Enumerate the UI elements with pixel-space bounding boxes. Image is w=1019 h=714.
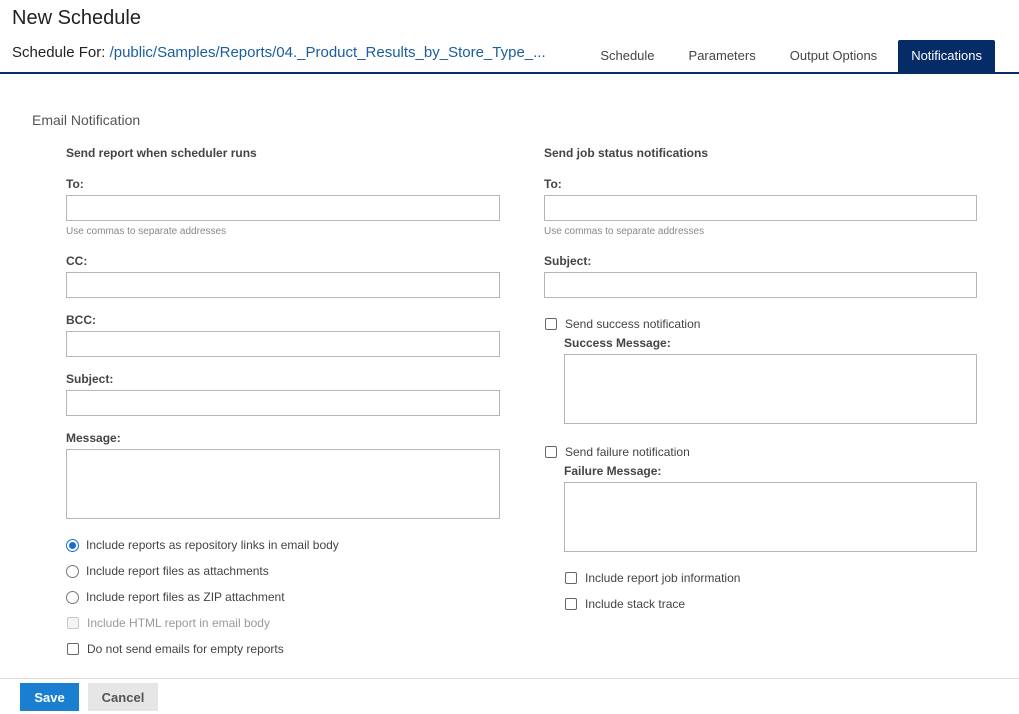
option-label: Include stack trace [585,597,686,611]
include-job-info-option[interactable]: Include report job information [565,571,740,585]
option-label: Include report files as attachments [86,564,269,578]
tab-bar: Schedule Parameters Output Options Notif… [579,40,995,72]
subject-label: Subject: [66,372,114,386]
cc-input[interactable] [66,272,500,298]
tab-schedule[interactable]: Schedule [587,40,667,72]
message-label: Message: [66,431,121,445]
checkbox-icon[interactable] [565,572,577,584]
option-label: Include report files as ZIP attachment [86,590,285,604]
checkbox-disabled-icon [67,617,79,629]
failure-message-label: Failure Message: [564,464,662,478]
option-no-empty-emails[interactable]: Do not send emails for empty reports [67,642,284,656]
radio-icon[interactable] [66,590,79,604]
include-stack-trace-option[interactable]: Include stack trace [565,597,685,611]
failure-message-textarea[interactable] [564,482,977,552]
to-label: To: [66,177,84,191]
new-schedule-dialog: New Schedule Schedule For: /public/Sampl… [0,0,1019,714]
save-button[interactable]: Save [20,683,79,711]
checkbox-icon[interactable] [565,598,577,610]
page-title: New Schedule [12,7,141,29]
send-failure-option[interactable]: Send failure notification [545,445,690,459]
status-subject-label: Subject: [544,254,592,268]
subject-input[interactable] [66,390,500,416]
schedule-for-path: /public/Samples/Reports/04._Product_Resu… [109,44,546,61]
cc-label: CC: [66,254,88,268]
success-message-textarea[interactable] [564,354,977,424]
to-hint: Use commas to separate addresses [66,226,227,237]
tab-parameters[interactable]: Parameters [676,40,769,72]
bcc-input[interactable] [66,331,500,357]
checkbox-icon[interactable] [67,643,79,655]
to-input[interactable] [66,195,500,221]
status-to-label: To: [544,177,562,191]
message-textarea[interactable] [66,449,500,519]
option-label: Do not send emails for empty reports [87,642,284,656]
status-subject-input[interactable] [544,272,977,298]
tab-underline [0,72,1019,74]
tab-notifications[interactable]: Notifications [898,40,995,72]
checkbox-icon[interactable] [545,446,557,458]
option-attachments[interactable]: Include report files as attachments [66,564,269,578]
cancel-button[interactable]: Cancel [88,683,158,711]
section-title: Email Notification [32,112,141,128]
schedule-for-label: Schedule For: [12,44,106,61]
option-label: Send success notification [565,317,701,331]
tab-output-options[interactable]: Output Options [777,40,890,72]
option-label: Send failure notification [565,445,690,459]
option-zip-attachment[interactable]: Include report files as ZIP attachment [66,590,285,604]
right-column-heading: Send job status notifications [544,146,709,160]
checkbox-icon[interactable] [545,318,557,330]
radio-checked-icon[interactable] [66,538,79,552]
schedule-for: Schedule For: /public/Samples/Reports/04… [12,44,546,61]
left-column-heading: Send report when scheduler runs [66,146,257,160]
send-success-option[interactable]: Send success notification [545,317,700,331]
option-label: Include report job information [585,571,741,585]
option-html-report: Include HTML report in email body [67,616,270,630]
status-to-hint: Use commas to separate addresses [544,226,705,237]
success-message-label: Success Message: [564,336,671,350]
footer-divider [0,678,1019,679]
option-label: Include reports as repository links in e… [86,538,339,552]
status-to-input[interactable] [544,195,977,221]
radio-icon[interactable] [66,564,79,578]
option-label: Include HTML report in email body [87,616,270,630]
bcc-label: BCC: [66,313,96,327]
option-repository-links[interactable]: Include reports as repository links in e… [66,538,339,552]
